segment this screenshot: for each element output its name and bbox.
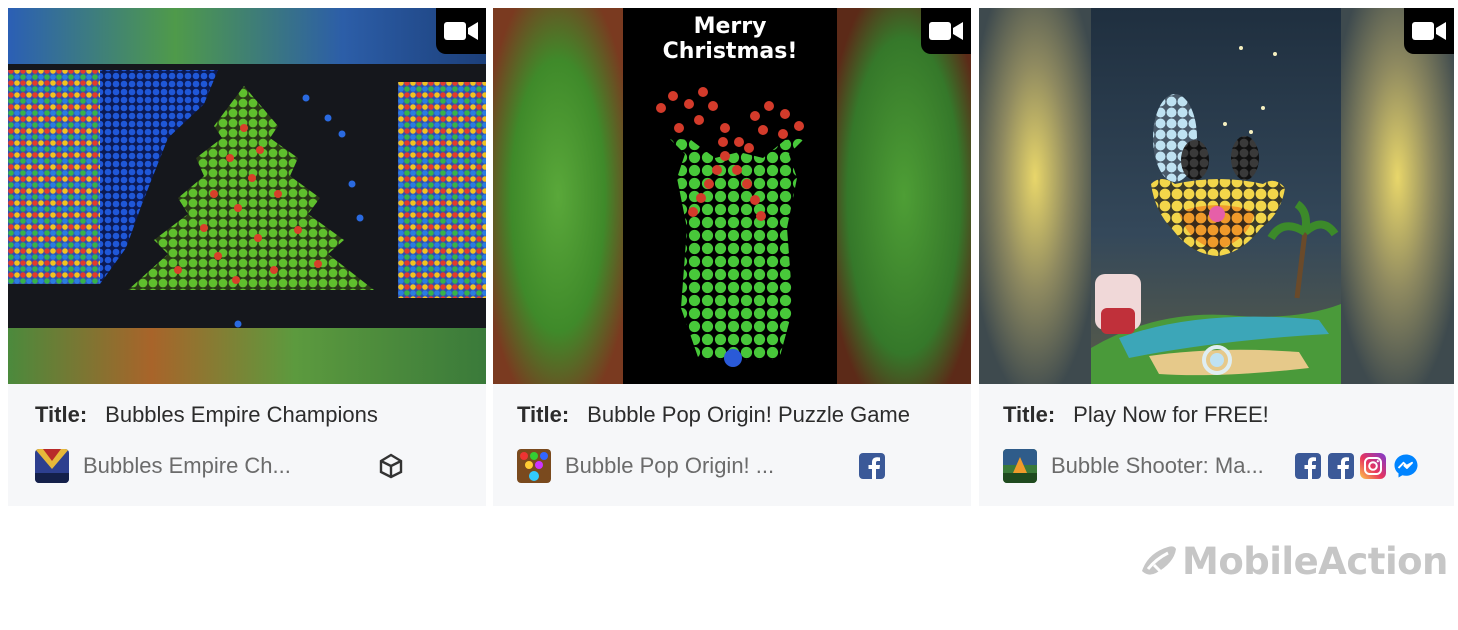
title-label: Title: xyxy=(35,402,88,427)
video-camera-icon xyxy=(1412,22,1446,40)
app-name: Bubbles Empire Ch... xyxy=(83,453,291,478)
video-badge xyxy=(1404,8,1454,54)
video-camera-icon xyxy=(444,22,478,40)
ad-title: Bubbles Empire Champions xyxy=(105,402,378,427)
ad-title: Bubble Pop Origin! Puzzle Game xyxy=(587,402,910,427)
app-icon xyxy=(517,449,551,483)
app-row[interactable]: Bubble Pop Origin! ... xyxy=(517,448,955,484)
app-icon xyxy=(35,449,69,483)
ad-title: Play Now for FREE! xyxy=(1073,402,1269,427)
mobileaction-logo-icon xyxy=(1142,546,1176,575)
unity-icon xyxy=(378,453,404,479)
ad-card[interactable]: Title: Play Now for FREE! Bubble Shooter:… xyxy=(979,8,1454,506)
ad-info: Title: Play Now for FREE! Bubble Shooter:… xyxy=(979,384,1454,506)
facebook-icon xyxy=(1295,453,1321,479)
ad-info: Title: Bubble Pop Origin! Puzzle Game Bub… xyxy=(493,384,971,506)
ad-title-row: Title: Bubble Pop Origin! Puzzle Game xyxy=(517,402,910,428)
video-badge xyxy=(921,8,971,54)
ad-card[interactable]: Title: Bubbles Empire Champions Bubbles E… xyxy=(8,8,486,506)
app-row[interactable]: Bubble Shooter: Ma... xyxy=(1003,448,1443,484)
ad-card[interactable]: Merry Christmas! Title: Bubble Pop Origin… xyxy=(493,8,971,506)
app-icon xyxy=(1003,449,1037,483)
video-badge xyxy=(436,8,486,54)
overlay-text: Merry Christmas! xyxy=(662,14,798,64)
app-row[interactable]: Bubbles Empire Ch... xyxy=(35,448,473,484)
app-name: Bubble Shooter: Ma... xyxy=(1051,453,1264,478)
instagram-icon xyxy=(1360,453,1386,479)
video-camera-icon xyxy=(929,22,963,40)
ad-title-row: Title: Bubbles Empire Champions xyxy=(35,402,378,428)
ad-video-thumbnail[interactable] xyxy=(8,8,486,384)
mobileaction-watermark: MobileAction xyxy=(1138,538,1448,584)
title-label: Title: xyxy=(1003,402,1056,427)
facebook-icon xyxy=(1328,453,1354,479)
facebook-icon xyxy=(859,453,885,479)
watermark-text: MobileAction xyxy=(1182,539,1448,583)
ad-video-thumbnail[interactable]: Merry Christmas! xyxy=(493,8,971,384)
title-label: Title: xyxy=(517,402,570,427)
ad-video-thumbnail[interactable] xyxy=(979,8,1454,384)
app-name: Bubble Pop Origin! ... xyxy=(565,453,775,478)
ad-info: Title: Bubbles Empire Champions Bubbles E… xyxy=(8,384,486,506)
ad-title-row: Title: Play Now for FREE! xyxy=(1003,402,1269,428)
messenger-icon xyxy=(1393,453,1419,479)
